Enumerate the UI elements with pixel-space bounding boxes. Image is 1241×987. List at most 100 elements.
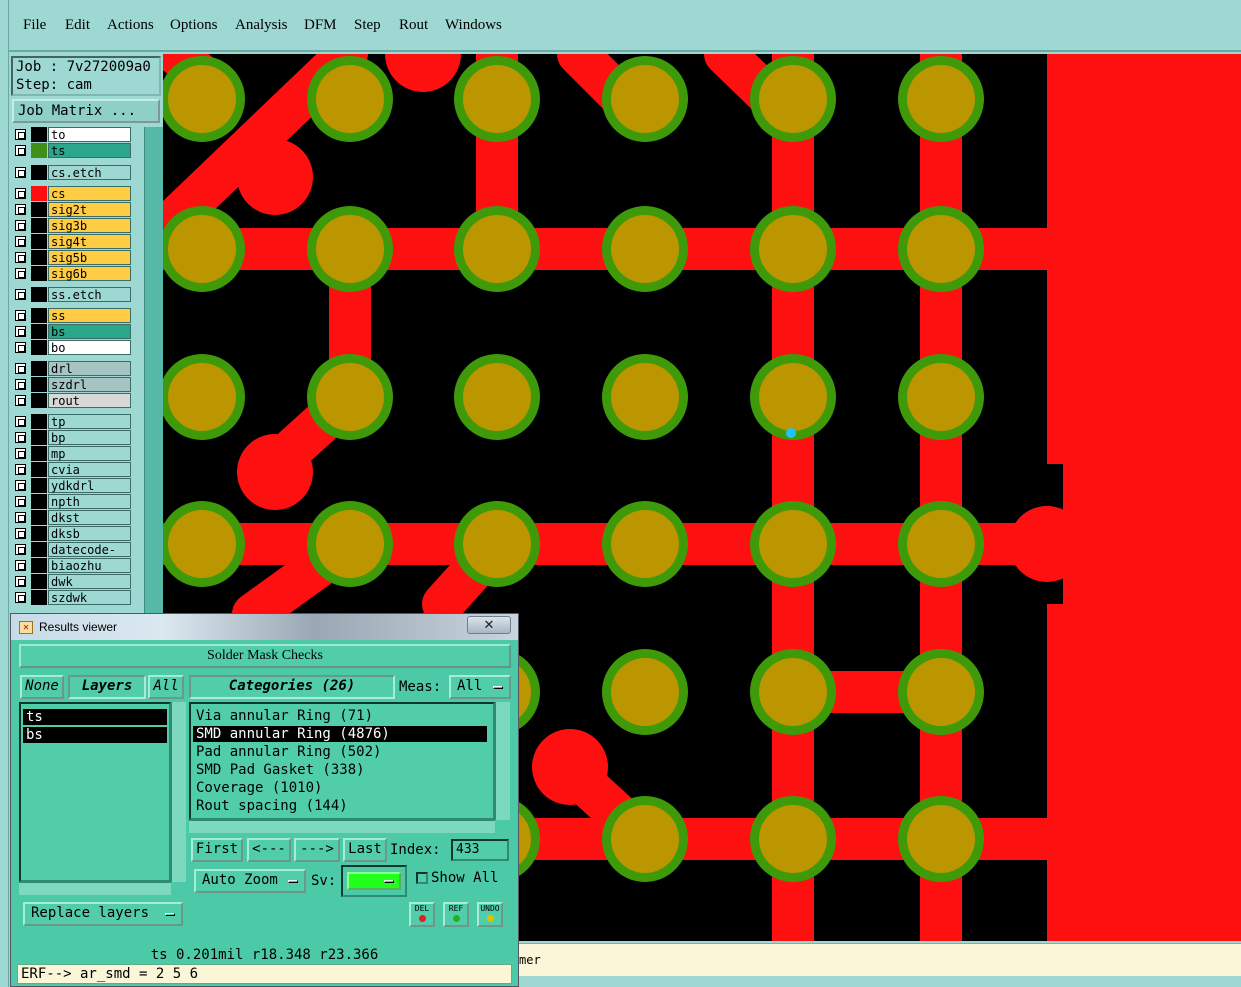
layer-name[interactable]: cs.etch [48, 165, 131, 180]
layer-checkbox[interactable] [15, 310, 26, 321]
layer-color-swatch[interactable] [31, 558, 47, 573]
layer-checkbox[interactable] [15, 252, 26, 263]
layer-color-swatch[interactable] [31, 324, 47, 339]
layer-checkbox[interactable] [15, 448, 26, 459]
undo-button[interactable]: UNDO [477, 902, 503, 927]
menu-windows[interactable]: Windows [445, 17, 502, 34]
layer-color-swatch[interactable] [31, 266, 47, 281]
layer-list-vscroll[interactable] [171, 702, 186, 882]
layer-name[interactable]: datecode-to [48, 542, 131, 572]
layer-row-mp[interactable]: mp [11, 446, 135, 461]
layer-name[interactable]: dksb [48, 526, 131, 541]
layer-row-cs[interactable]: cs [11, 186, 135, 201]
layer-row-sig2t[interactable]: sig2t [11, 202, 135, 217]
layer-row-dwk[interactable]: dwk [11, 574, 135, 589]
layer-color-swatch[interactable] [31, 202, 47, 217]
layer-color-swatch[interactable] [31, 186, 47, 201]
layer-checkbox[interactable] [15, 496, 26, 507]
sv-color-dropdown[interactable] [341, 865, 407, 897]
layer-checkbox[interactable] [15, 432, 26, 443]
layer-checkbox[interactable] [15, 342, 26, 353]
layer-color-swatch[interactable] [31, 462, 47, 477]
layer-checkbox[interactable] [15, 289, 26, 300]
layer-color-swatch[interactable] [31, 393, 47, 408]
layer-name[interactable]: sig5b [48, 250, 131, 265]
layer-row-ss.etch[interactable]: ss.etch [11, 287, 135, 302]
layer-checkbox[interactable] [15, 220, 26, 231]
layer-results-list[interactable]: ts bs [19, 702, 171, 882]
reference-button[interactable]: REF [443, 902, 469, 927]
menu-actions[interactable]: Actions [107, 17, 154, 34]
first-button[interactable]: First [191, 838, 243, 862]
layer-list-hscroll[interactable] [19, 882, 171, 895]
layer-row-bp[interactable]: bp [11, 430, 135, 445]
layer-name[interactable]: sig4t [48, 234, 131, 249]
layer-name[interactable]: npth [48, 494, 131, 509]
category-item[interactable]: Rout spacing (144) [193, 798, 487, 814]
menu-rout[interactable]: Rout [399, 17, 428, 34]
layer-color-swatch[interactable] [31, 590, 47, 605]
layer-row-ydkdrl[interactable]: ydkdrl [11, 478, 135, 493]
layer-name[interactable]: dkst [48, 510, 131, 525]
layer-color-swatch[interactable] [31, 446, 47, 461]
layer-color-swatch[interactable] [31, 143, 47, 158]
layer-checkbox[interactable] [15, 268, 26, 279]
layer-checkbox[interactable] [15, 236, 26, 247]
layer-name[interactable]: mp [48, 446, 131, 461]
category-item[interactable]: Coverage (1010) [193, 780, 487, 796]
all-button[interactable]: All [148, 675, 184, 699]
layer-checkbox[interactable] [15, 167, 26, 178]
menu-dfm[interactable]: DFM [304, 17, 337, 34]
layer-checkbox[interactable] [15, 145, 26, 156]
layer-checkbox[interactable] [15, 512, 26, 523]
layer-checkbox[interactable] [15, 188, 26, 199]
menu-file[interactable]: File [23, 17, 46, 34]
layer-row-cvia[interactable]: cvia [11, 462, 135, 477]
next-button[interactable]: ---> [294, 838, 340, 862]
layer-name[interactable]: bo [48, 340, 131, 355]
layer-name[interactable]: szdrl [48, 377, 131, 392]
results-viewer-titlebar[interactable]: ✕ Results viewer ✕ [11, 614, 518, 640]
layer-name[interactable]: biaozhu [48, 558, 131, 573]
layer-color-swatch[interactable] [31, 494, 47, 509]
layer-row-datecode-to[interactable]: datecode-to [11, 542, 135, 572]
layer-row-rout[interactable]: rout [11, 393, 135, 408]
layer-row-npth[interactable]: npth [11, 494, 135, 509]
category-item[interactable]: SMD Pad Gasket (338) [193, 762, 487, 778]
layer-name[interactable]: tp [48, 414, 131, 429]
layer-checkbox[interactable] [15, 480, 26, 491]
layer-row-sig6b[interactable]: sig6b [11, 266, 135, 281]
layer-name[interactable]: cvia [48, 462, 131, 477]
layer-name[interactable]: drl [48, 361, 131, 376]
layer-name[interactable]: bs [48, 324, 131, 339]
job-matrix-button[interactable]: Job Matrix ... [12, 99, 160, 123]
layer-row-tp[interactable]: tp [11, 414, 135, 429]
close-button[interactable]: ✕ [467, 616, 511, 634]
layer-color-swatch[interactable] [31, 542, 47, 557]
index-input[interactable]: 433 [451, 839, 509, 861]
menu-step[interactable]: Step [354, 17, 381, 34]
layer-name[interactable]: sig3b [48, 218, 131, 233]
layer-color-swatch[interactable] [31, 127, 47, 142]
delete-button[interactable]: DEL [409, 902, 435, 927]
layer-name[interactable]: sig6b [48, 266, 131, 281]
layer-color-swatch[interactable] [31, 414, 47, 429]
layer-checkbox[interactable] [15, 528, 26, 539]
layer-name[interactable]: cs [48, 186, 131, 201]
layer-color-swatch[interactable] [31, 377, 47, 392]
previous-button[interactable]: <--- [247, 838, 291, 862]
layer-color-swatch[interactable] [31, 478, 47, 493]
layer-row-szdrl[interactable]: szdrl [11, 377, 135, 392]
command-line[interactable]: ERF--> ar_smd = 2 5 6 [17, 964, 512, 984]
layer-row-to[interactable]: to [11, 127, 135, 142]
meas-dropdown[interactable]: All [449, 675, 511, 699]
layer-row-dksb[interactable]: dksb [11, 526, 135, 541]
menu-edit[interactable]: Edit [65, 17, 90, 34]
layer-checkbox[interactable] [15, 560, 26, 571]
layer-row-ts[interactable]: ts [11, 143, 135, 158]
layer-color-swatch[interactable] [31, 430, 47, 445]
layer-checkbox[interactable] [15, 129, 26, 140]
layer-row-sig3b[interactable]: sig3b [11, 218, 135, 233]
category-list-hscroll[interactable] [189, 820, 495, 833]
layer-checkbox[interactable] [15, 326, 26, 337]
